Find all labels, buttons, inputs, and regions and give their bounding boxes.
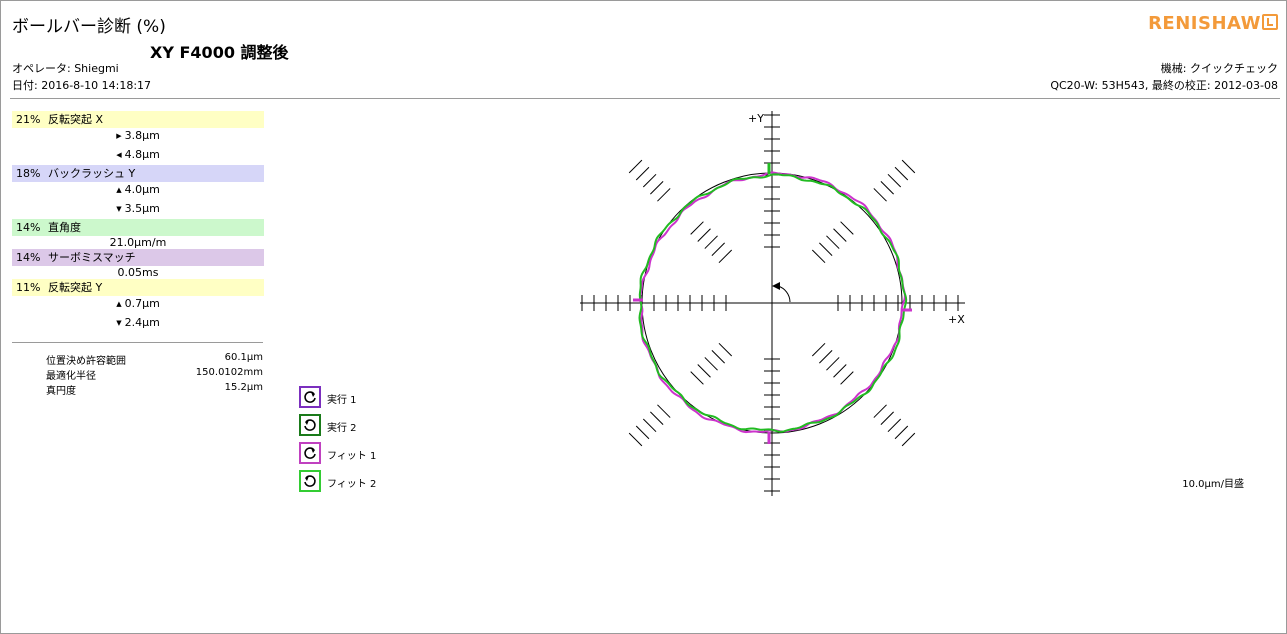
diagonal-tick: [880, 411, 894, 425]
diagonal-tick: [840, 221, 854, 235]
diagonal-tick: [819, 242, 833, 256]
diagonal-tick: [873, 404, 887, 418]
diagonal-tick: [711, 350, 725, 364]
diagonal-tick: [657, 188, 671, 202]
diagonal-tick: [650, 411, 664, 425]
diagonal-tick: [697, 364, 711, 378]
y-axis-label: +Y: [748, 112, 764, 125]
diagonal-tick: [711, 242, 725, 256]
diagonal-tick: [635, 166, 650, 181]
diagonal-tick: [811, 249, 826, 264]
diagonal-tick: [833, 364, 847, 378]
diagonal-tick: [894, 166, 909, 181]
diagonal-tick: [901, 432, 916, 447]
diagonal-tick: [704, 357, 718, 371]
diagonal-tick: [628, 159, 643, 174]
diagonal-tick: [826, 235, 840, 249]
x-axis-label: +X: [948, 313, 965, 326]
diagonal-tick: [833, 228, 847, 242]
diagonal-tick: [635, 425, 650, 440]
diagonal-tick: [690, 221, 704, 235]
diagonal-tick: [873, 188, 887, 202]
diagonal-tick: [718, 342, 733, 357]
diagonal-tick: [697, 228, 711, 242]
diagonal-tick: [642, 173, 657, 188]
diagonal-tick: [811, 342, 826, 357]
diagonal-tick: [690, 371, 704, 385]
scale-label: 10.0μm/目盛: [1182, 479, 1244, 490]
diagonal-tick: [840, 371, 854, 385]
diagonal-tick: [718, 249, 733, 264]
diagonal-tick: [887, 173, 902, 188]
diagonal-tick: [628, 432, 643, 447]
diagonal-tick: [826, 357, 840, 371]
diagonal-tick: [642, 418, 657, 433]
diagonal-tick: [894, 425, 909, 440]
diagonal-tick: [887, 418, 902, 433]
diagonal-tick: [657, 404, 671, 418]
diagonal-tick: [901, 159, 916, 174]
diagonal-tick: [704, 235, 718, 249]
direction-arrow-icon: [772, 282, 780, 290]
diagonal-tick: [650, 181, 664, 195]
diagonal-tick: [880, 181, 894, 195]
ballbar-plot: +X +Y: [580, 111, 965, 496]
diagonal-tick: [819, 350, 833, 364]
